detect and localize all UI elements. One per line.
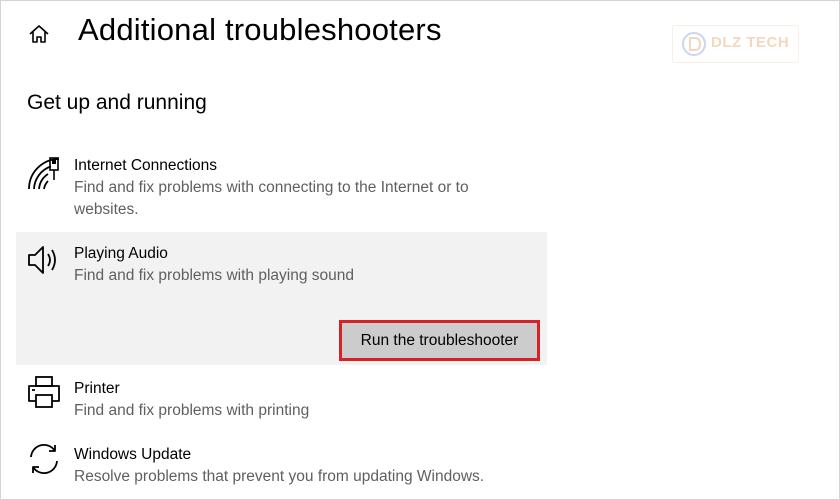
item-description: Find and fix problems with connecting to… xyxy=(74,179,469,218)
troubleshooter-item-windows-update[interactable]: Windows Update Resolve problems that pre… xyxy=(16,437,547,495)
item-title: Internet Connections xyxy=(74,157,218,174)
section-heading: Get up and running xyxy=(27,91,207,114)
watermark-text: DLZ TECH xyxy=(711,34,790,51)
run-troubleshooter-button[interactable]: Run the troubleshooter xyxy=(339,320,540,361)
item-title: Windows Update xyxy=(74,446,192,463)
item-title: Printer xyxy=(74,380,120,397)
item-description: Find and fix problems with printing xyxy=(74,402,310,419)
wifi-network-icon xyxy=(28,157,60,190)
page-title: Additional troubleshooters xyxy=(78,12,442,47)
watermark-logo: DLZ TECH xyxy=(672,25,799,63)
troubleshooter-item-internet-connections[interactable]: Internet Connections Find and fix proble… xyxy=(16,150,547,228)
refresh-sync-icon xyxy=(30,444,58,474)
printer-icon xyxy=(28,376,60,408)
home-icon[interactable] xyxy=(28,23,50,45)
item-title: Playing Audio xyxy=(74,245,168,262)
speaker-icon xyxy=(28,246,56,274)
item-description: Resolve problems that prevent you from u… xyxy=(74,468,485,485)
item-description: Find and fix problems with playing sound xyxy=(74,267,355,284)
watermark-logo-icon xyxy=(682,32,706,56)
troubleshooter-item-printer[interactable]: Printer Find and fix problems with print… xyxy=(16,370,547,428)
troubleshooter-item-playing-audio[interactable]: Playing Audio Find and fix problems with… xyxy=(16,232,547,365)
